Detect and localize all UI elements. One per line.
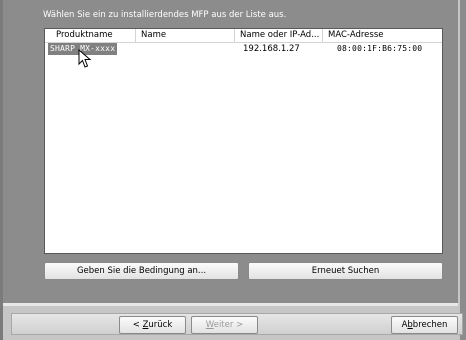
column-header-ip[interactable]: Name oder IP-Ad... [235, 29, 323, 42]
window-right-edge [460, 0, 466, 340]
cell-mac: 08:00:1F:B6:75:00 [337, 44, 423, 53]
cancel-button-label: brechen [412, 320, 448, 330]
main-panel: Wählen Sie ein zu installierdendes MFP a… [3, 0, 458, 303]
instruction-text: Wählen Sie ein zu installierdendes MFP a… [43, 10, 287, 20]
column-header-name[interactable]: Name [136, 29, 235, 42]
mouse-pointer-icon [78, 49, 92, 68]
back-button-label: urück [148, 320, 173, 330]
next-button-suffix: > [233, 320, 244, 330]
column-header-mac[interactable]: MAC-Adresse [323, 29, 442, 42]
cell-ip: 192.168.1.27 [243, 44, 300, 54]
column-header-product[interactable]: Produktname [45, 29, 136, 42]
next-button-label: eiter [213, 320, 234, 330]
table-row[interactable]: SHARP MX-xxxx 192.168.1.27 08:00:1F:B6:7… [45, 43, 442, 55]
next-button-accel: W [205, 320, 214, 330]
list-header: Produktname Name Name oder IP-Ad... MAC-… [45, 29, 442, 43]
specify-condition-button[interactable]: Geben Sie die Bedingung an... [44, 262, 239, 280]
back-button[interactable]: < Zurück [119, 316, 186, 334]
footer: < Zurück Weiter > Abbrechen [3, 306, 463, 340]
back-button-prefix: < [132, 320, 143, 330]
mfp-list[interactable]: Produktname Name Name oder IP-Ad... MAC-… [44, 28, 443, 254]
search-again-button[interactable]: Erneuet Suchen [248, 262, 443, 280]
cancel-button[interactable]: Abbrechen [391, 316, 458, 334]
next-button[interactable]: Weiter > [191, 316, 258, 334]
